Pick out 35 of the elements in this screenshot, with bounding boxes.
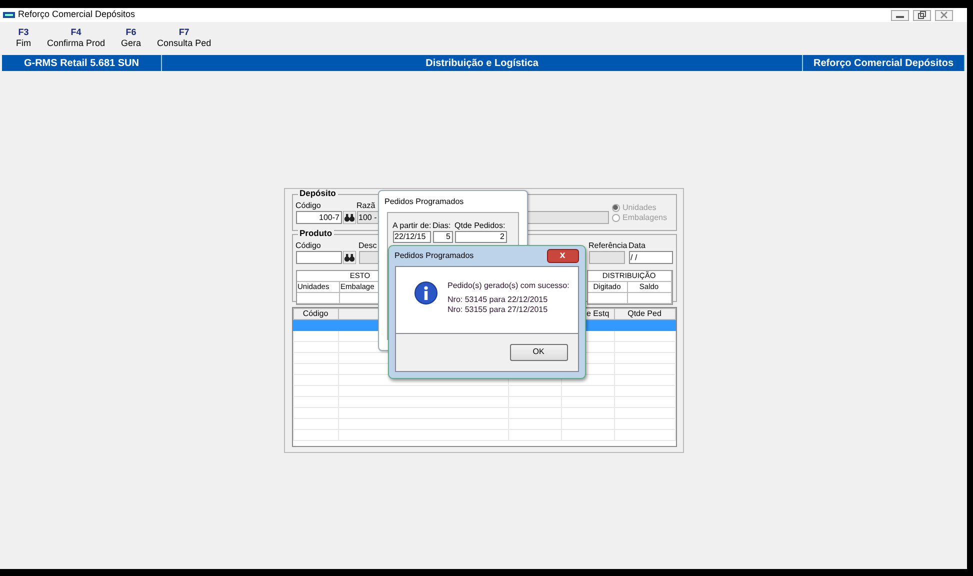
group-legend: Produto bbox=[298, 228, 334, 237]
close-button[interactable]: x bbox=[546, 248, 578, 262]
input-field[interactable]: 2 bbox=[454, 230, 506, 242]
field-label: Razã bbox=[356, 200, 376, 210]
header-band-cell: Distribuição e Logística bbox=[162, 55, 803, 71]
field-label: Data bbox=[628, 240, 646, 250]
message-text: Nro: 53155 para 27/12/2015 bbox=[448, 305, 549, 316]
field-label: Desc bbox=[358, 240, 377, 250]
code-field[interactable]: 100-7 bbox=[296, 210, 342, 224]
date-field[interactable]: / / bbox=[628, 250, 672, 264]
header-band-cell: Reforço Comercial Depósitos bbox=[803, 55, 965, 71]
field-label: Código bbox=[296, 240, 321, 250]
input-field[interactable]: 22/12/15 bbox=[392, 230, 430, 242]
function-key-button[interactable]: F4 Confirma Prod bbox=[39, 22, 114, 55]
column-header[interactable]: Código bbox=[293, 308, 338, 319]
column-header[interactable]: Qtde Ped bbox=[614, 308, 675, 319]
message-text: Nro: 53145 para 22/12/2015 bbox=[448, 294, 549, 306]
input-field[interactable]: 5 bbox=[432, 230, 452, 242]
function-key-button[interactable]: F6 Gera bbox=[113, 22, 150, 55]
field-label: Código bbox=[296, 200, 321, 210]
dialog-title: Pedidos Programados bbox=[384, 196, 465, 208]
field-label: Qtde Pedidos: bbox=[454, 220, 506, 230]
message-text: Pedido(s) gerado(s) com sucesso: bbox=[448, 280, 570, 291]
field-label: Dias: bbox=[432, 220, 451, 230]
header-band-cell: G-RMS Retail 5.681 SUN bbox=[2, 55, 162, 71]
ok-button[interactable]: OK bbox=[510, 344, 568, 360]
field-label: A partir de: bbox=[392, 220, 432, 230]
function-key-button[interactable]: F3 Fim bbox=[8, 22, 39, 55]
window-title: Reforço Comercial Depósitos bbox=[18, 8, 136, 22]
field-label: Referência bbox=[588, 240, 628, 250]
function-key-button[interactable]: F7 Consulta Ped bbox=[149, 22, 220, 55]
radio-option: Embalagens bbox=[612, 212, 667, 222]
radio-option: Unidades bbox=[612, 202, 656, 212]
dialog-title: Pedidos Programados bbox=[394, 250, 474, 262]
group-legend: Depósito bbox=[298, 188, 338, 197]
